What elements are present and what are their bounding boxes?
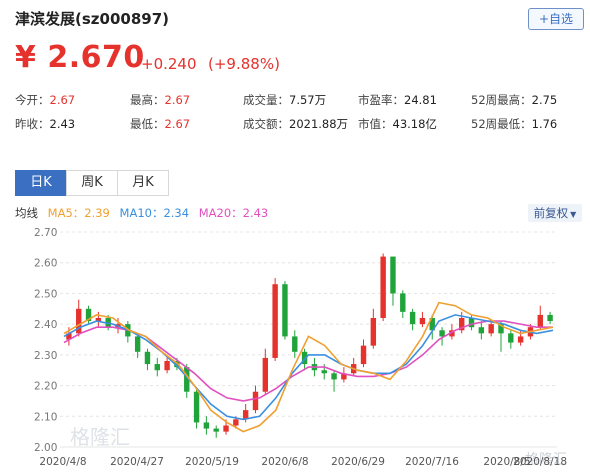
- candle-body: [134, 336, 141, 352]
- candle-body: [252, 391, 259, 411]
- x-tick-label: 2020/6/29: [331, 456, 385, 468]
- amount-value: 2021.88万: [289, 117, 349, 131]
- y-tick-label: 2.20: [34, 381, 57, 393]
- candle-body: [203, 422, 210, 429]
- candle-body: [331, 373, 337, 380]
- kline-chart[interactable]: 2.702.602.502.402.302.202.102.00 格隆汇 格隆汇…: [0, 222, 590, 472]
- price-change-pct: (+9.88%): [208, 55, 280, 73]
- candle-body: [282, 284, 288, 337]
- ma5-value: MA5：2.39: [47, 206, 110, 220]
- candle-body: [400, 293, 406, 312]
- adjust-dropdown[interactable]: 前复权 ▼: [528, 204, 582, 222]
- candle-body: [409, 311, 416, 325]
- high-label: 最高：: [130, 93, 165, 107]
- y-tick-label: 2.50: [34, 288, 57, 300]
- candle-body: [213, 428, 219, 432]
- prev-close-value: 2.43: [49, 117, 76, 131]
- y-tick-label: 2.70: [34, 227, 57, 239]
- low-label: 最低：: [130, 117, 165, 131]
- y-tick-label: 2.10: [34, 411, 57, 423]
- pe-label: 市盈率：: [358, 93, 404, 107]
- x-tick-label: 2020/8/18: [513, 456, 567, 468]
- open-value: 2.67: [49, 93, 76, 107]
- tab-monthly-k[interactable]: 月K: [117, 170, 169, 196]
- price-change: +0.240: [141, 55, 197, 73]
- low-52w-label: 52周最低：: [471, 117, 532, 131]
- current-price: ¥ 2.670: [15, 40, 145, 75]
- chevron-down-icon: ▼: [570, 210, 577, 219]
- y-tick-label: 2.00: [34, 442, 57, 454]
- watermark-text: 格隆汇: [70, 425, 130, 449]
- candle-body: [508, 333, 514, 343]
- volume-value: 7.57万: [289, 93, 327, 107]
- amount-label: 成交额：: [243, 117, 289, 131]
- market-cap-label: 市值：: [358, 117, 393, 131]
- candle-body: [223, 425, 229, 432]
- x-tick-label: 2020/5/19: [185, 456, 239, 468]
- candle-body: [370, 318, 377, 346]
- candle-body: [468, 318, 475, 328]
- candle-body: [537, 314, 543, 328]
- candle-body: [262, 357, 269, 392]
- stock-title: 津滨发展(sz000897): [15, 10, 169, 28]
- candle-body: [380, 256, 386, 318]
- y-tick-label: 2.60: [34, 258, 57, 270]
- candle-body: [321, 370, 327, 374]
- ma20-value: MA20：2.43: [198, 206, 269, 220]
- candle-body: [292, 336, 298, 352]
- pe-value: 24.81: [404, 93, 437, 107]
- candle-body: [439, 330, 445, 337]
- low-52w-value: 1.76: [531, 117, 558, 131]
- candle-body: [390, 256, 396, 294]
- candle-body: [193, 391, 200, 423]
- volume-label: 成交量：: [243, 93, 289, 107]
- ma-label: 均线: [15, 206, 38, 220]
- high-value: 2.67: [164, 93, 191, 107]
- x-tick-label: 2020/4/8: [39, 456, 86, 468]
- tab-weekly-k[interactable]: 周K: [66, 170, 118, 196]
- candle-body: [547, 314, 553, 322]
- x-tick-label: 2020/6/8: [261, 456, 308, 468]
- ma-legend: 均线 MA5：2.39 MA10：2.34 MA20：2.43: [15, 205, 274, 221]
- prev-close-label: 昨收：: [15, 117, 50, 131]
- low-value: 2.67: [164, 117, 191, 131]
- y-tick-label: 2.30: [34, 350, 57, 362]
- market-cap-value: 43.18亿: [392, 117, 437, 131]
- tab-daily-k[interactable]: 日K: [15, 170, 67, 196]
- candle-body: [154, 364, 160, 371]
- y-tick-label: 2.40: [34, 319, 57, 331]
- candle-body: [164, 361, 170, 371]
- candle-body: [272, 284, 278, 358]
- candle-body: [233, 419, 239, 426]
- candle-body: [478, 327, 485, 334]
- kline-tabs: 日K 周K 月K: [15, 170, 169, 196]
- high-52w-label: 52周最高：: [471, 93, 532, 107]
- add-watchlist-button[interactable]: +自选: [528, 8, 584, 30]
- open-label: 今开：: [15, 93, 50, 107]
- candle-body: [419, 318, 426, 325]
- high-52w-value: 2.75: [531, 93, 558, 107]
- adjust-label: 前复权: [533, 206, 569, 220]
- candle-body: [360, 345, 367, 365]
- ma10-value: MA10：2.34: [119, 206, 190, 220]
- x-tick-label: 2020/7/16: [405, 456, 459, 468]
- candle-body: [488, 324, 494, 334]
- x-tick-label: 2020/4/27: [110, 456, 164, 468]
- candle-body: [144, 351, 151, 365]
- candle-body: [517, 336, 524, 343]
